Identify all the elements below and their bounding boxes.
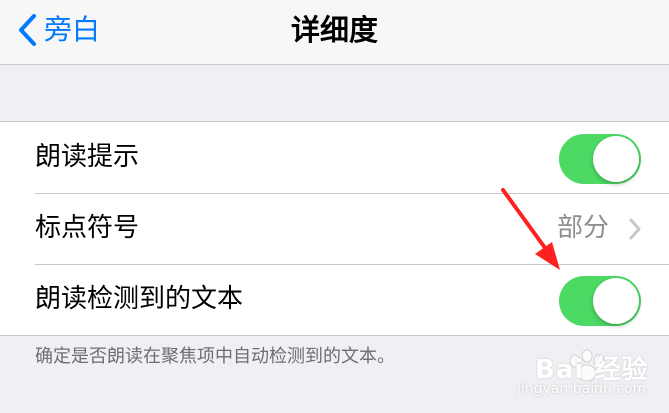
footer-note: 确定是否朗读在聚焦项中自动检测到的文本。 <box>35 346 395 367</box>
toggle-knob <box>593 278 639 324</box>
setting-label: 朗读检测到的文本 <box>35 284 244 314</box>
speak-hints-toggle[interactable] <box>559 134 641 184</box>
setting-value: 部分 <box>556 213 609 243</box>
setting-label: 标点符号 <box>35 213 140 243</box>
setting-row-punctuation[interactable]: 标点符号 部分 <box>0 193 669 264</box>
settings-group: 朗读提示 标点符号 部分 朗读检测到的文本 <box>0 121 669 336</box>
page-title: 详细度 <box>290 13 378 47</box>
watermark-url: jingyan.baidu.com <box>517 381 647 397</box>
speak-detected-text-toggle[interactable] <box>559 276 641 326</box>
chevron-right-icon <box>629 218 641 244</box>
navigation-bar: 旁白 详细度 <box>0 0 669 65</box>
toggle-knob <box>593 136 639 182</box>
setting-row-speak-detected-text: 朗读检测到的文本 <box>0 264 669 335</box>
setting-label: 朗读提示 <box>35 142 140 172</box>
setting-row-speak-hints: 朗读提示 <box>0 122 669 193</box>
